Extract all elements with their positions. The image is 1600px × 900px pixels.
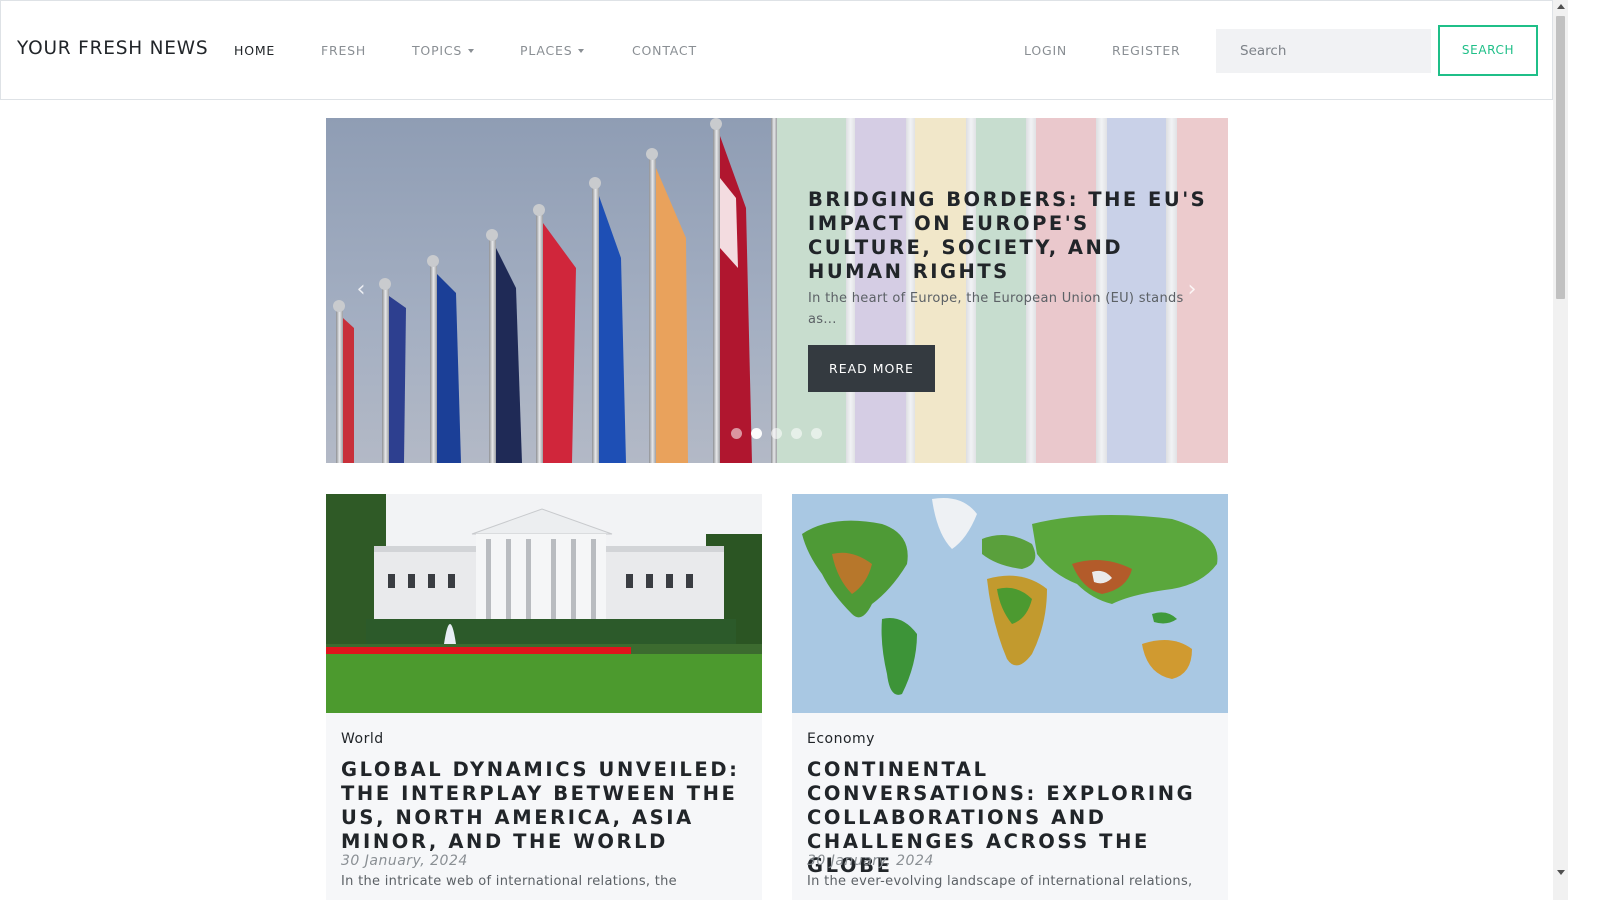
article-card[interactable]: Economy CONTINENTAL CONVERSATIONS: EXPLO… [792, 494, 1228, 900]
world-map-image [792, 494, 1228, 713]
search-input[interactable] [1216, 29, 1431, 73]
carousel-next-icon[interactable]: › [1182, 278, 1202, 302]
carousel-indicator[interactable] [791, 428, 802, 439]
scroll-down-arrow-icon[interactable] [1557, 870, 1565, 875]
card-category[interactable]: Economy [807, 731, 875, 747]
nav-home[interactable]: HOME [234, 43, 275, 58]
scroll-up-arrow-icon[interactable] [1557, 4, 1565, 9]
card-excerpt: In the ever-evolving landscape of intern… [807, 874, 1193, 889]
caret-down-icon [578, 49, 585, 53]
carousel-indicator[interactable] [811, 428, 822, 439]
card-category[interactable]: World [341, 731, 384, 747]
nav-contact[interactable]: CONTACT [632, 43, 697, 58]
card-date: 30 January, 2024 [807, 853, 934, 869]
white-house-image [326, 494, 762, 713]
hero-excerpt: In the heart of Europe, the European Uni… [808, 291, 1184, 327]
nav-fresh[interactable]: FRESH [321, 43, 366, 58]
carousel-prev-icon[interactable]: ‹ [351, 278, 371, 302]
caret-down-icon [468, 49, 475, 53]
read-more-button[interactable]: READ MORE [808, 345, 935, 392]
brand-logo[interactable]: YOUR FRESH NEWS [17, 38, 208, 59]
hero-carousel: BRIDGING BORDERS: THE EU'S IMPACT ON EUR… [326, 118, 1228, 463]
carousel-indicator[interactable] [771, 428, 782, 439]
nav-places-label: PLACES [520, 43, 573, 58]
carousel-indicator[interactable] [731, 428, 742, 439]
card-excerpt: In the intricate web of international re… [341, 874, 677, 889]
card-date: 30 January, 2024 [341, 853, 468, 869]
scrollbar-thumb[interactable] [1556, 16, 1565, 299]
nav-places-dropdown[interactable]: PLACES [520, 43, 585, 58]
nav-topics-dropdown[interactable]: TOPICS [412, 43, 475, 58]
page-scrollbar[interactable] [1553, 0, 1568, 900]
nav-register[interactable]: REGISTER [1112, 43, 1181, 58]
nav-login[interactable]: LOGIN [1024, 43, 1067, 58]
card-image-white-house[interactable] [326, 494, 762, 713]
search-button[interactable]: SEARCH [1438, 25, 1538, 76]
card-title[interactable]: GLOBAL DYNAMICS UNVEILED: THE INTERPLAY … [341, 758, 751, 854]
carousel-indicator[interactable] [751, 428, 762, 439]
hero-title[interactable]: BRIDGING BORDERS: THE EU'S IMPACT ON EUR… [808, 188, 1208, 284]
nav-topics-label: TOPICS [412, 43, 463, 58]
card-image-world-map[interactable] [792, 494, 1228, 713]
article-card[interactable]: World GLOBAL DYNAMICS UNVEILED: THE INTE… [326, 494, 762, 900]
top-navbar: YOUR FRESH NEWS HOME FRESH TOPICS PLACES… [0, 0, 1553, 100]
